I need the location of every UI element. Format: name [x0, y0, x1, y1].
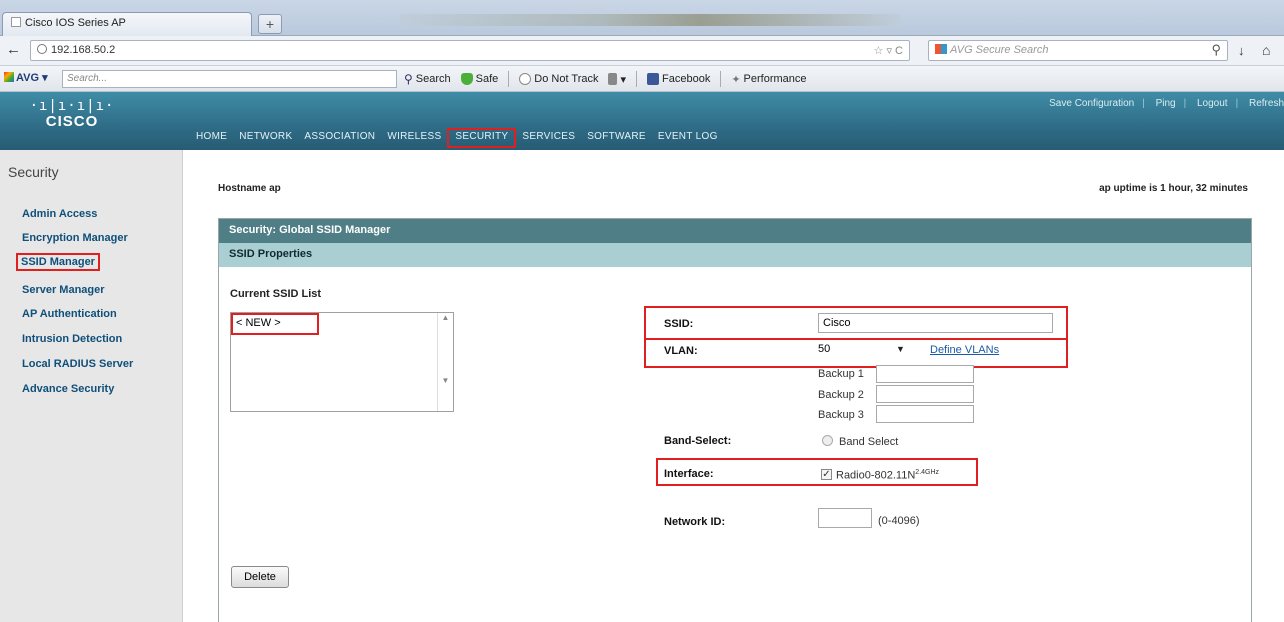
sidebar-item-ap-authentication[interactable]: AP Authentication: [22, 308, 117, 320]
avg-search-input[interactable]: Search...: [62, 70, 397, 88]
ping-link[interactable]: Ping: [1156, 98, 1176, 109]
interface-checkbox[interactable]: ✓: [821, 469, 832, 480]
delete-button[interactable]: Delete: [231, 566, 289, 588]
top-links: Save Configuration | Ping | Logout | Refres…: [1049, 98, 1284, 109]
facebook-icon: [647, 73, 660, 85]
uptime-text: ap uptime is 1 hour, 32 minutes: [1099, 183, 1248, 194]
browser-search-input[interactable]: AVG Secure Search ⚲: [928, 40, 1228, 61]
url-text: 192.168.50.2: [51, 44, 116, 56]
backup2-input[interactable]: [876, 385, 974, 403]
ssid-input[interactable]: [818, 313, 1053, 333]
backup1-input[interactable]: [876, 365, 974, 383]
panel-title: Security: Global SSID Manager: [219, 219, 1251, 243]
backup3-input[interactable]: [876, 405, 974, 423]
band-select-option-label: Band Select: [839, 436, 899, 448]
sidebar-item-encryption-manager[interactable]: Encryption Manager: [22, 232, 128, 244]
home-icon[interactable]: ⌂: [1262, 42, 1270, 58]
cisco-logo: ·ı|ı·ı|ı· CISCO: [12, 98, 132, 130]
cisco-logo-word: CISCO: [45, 113, 99, 130]
ssid-listbox[interactable]: < NEW > ▲ ▼: [230, 312, 454, 412]
logout-link[interactable]: Logout: [1197, 98, 1228, 109]
eye-icon: [519, 73, 532, 85]
vlan-label: VLAN:: [664, 345, 698, 357]
listbox-scrollbar[interactable]: ▲ ▼: [437, 313, 453, 411]
backup3-label: Backup 3: [818, 409, 864, 421]
cisco-logo-bars-icon: ·ı|ı·ı|ı·: [29, 98, 115, 114]
interface-option-band: 2.4GHz: [915, 469, 940, 476]
browser-nav-bar: ← 192.168.50.2 ☆ ▿ C AVG Secure Search ⚲…: [0, 36, 1284, 66]
globe-icon: [37, 44, 47, 54]
nav-software[interactable]: SOFTWARE: [581, 128, 652, 148]
sidebar-item-advance-security[interactable]: Advance Security: [22, 383, 114, 395]
new-tab-button[interactable]: +: [258, 14, 282, 34]
avg-menu-button[interactable]: AVG ▾: [4, 71, 48, 84]
network-id-range: (0-4096): [878, 515, 920, 527]
tab-title: Cisco IOS Series AP: [25, 17, 126, 29]
ssid-label: SSID:: [664, 318, 694, 330]
avg-toolbar-items: ⚲ Search Safe Do Not Track ▾ Facebook ✦ Pe…: [404, 70, 807, 88]
network-id-label: Network ID:: [664, 516, 726, 528]
current-ssid-list-label: Current SSID List: [230, 288, 322, 300]
page-favicon-icon: [11, 17, 21, 27]
nav-wireless[interactable]: WIRELESS: [381, 128, 447, 148]
backup1-label: Backup 1: [818, 368, 864, 380]
save-configuration-link[interactable]: Save Configuration: [1049, 98, 1134, 109]
interface-option-label: Radio0-802.11N2.4GHz: [836, 469, 940, 482]
define-vlans-link[interactable]: Define VLANs: [930, 344, 999, 356]
browser-tab[interactable]: Cisco IOS Series AP: [2, 12, 252, 36]
network-id-input[interactable]: [818, 508, 872, 528]
do-not-track-button[interactable]: Do Not Track: [519, 73, 598, 85]
toolbar-divider: [720, 71, 722, 87]
avg-safe-button[interactable]: Safe: [460, 73, 498, 85]
sidebar-item-server-manager[interactable]: Server Manager: [22, 284, 105, 296]
cisco-header: ·ı|ı·ı|ı· CISCO Save Configuration | Ping…: [0, 92, 1284, 150]
nav-home[interactable]: HOME: [190, 128, 233, 148]
toolbar-divider: [508, 71, 510, 87]
sidebar-item-local-radius-server[interactable]: Local RADIUS Server: [22, 358, 133, 370]
blurred-region: [400, 14, 900, 26]
avg-toolbar: AVG ▾ Search... ⚲ Search Safe Do Not Trac…: [0, 66, 1284, 92]
nav-network[interactable]: NETWORK: [233, 128, 298, 148]
main-nav: HOME NETWORK ASSOCIATION WIRELESS SECURI…: [190, 128, 724, 148]
sidebar-item-ssid-manager[interactable]: SSID Manager: [16, 253, 100, 271]
trash-icon: [608, 73, 618, 85]
facebook-button[interactable]: Facebook: [647, 73, 710, 85]
interface-label: Interface:: [664, 468, 714, 480]
browser-tab-bar: Cisco IOS Series AP +: [0, 0, 1284, 36]
back-arrow-icon[interactable]: ←: [6, 41, 26, 61]
performance-button[interactable]: ✦ Performance: [731, 73, 806, 86]
hostname-text: Hostname ap: [218, 183, 281, 194]
trash-button[interactable]: ▾: [608, 73, 626, 86]
backup2-label: Backup 2: [818, 389, 864, 401]
nav-event-log[interactable]: EVENT LOG: [652, 128, 724, 148]
avg-search-button[interactable]: ⚲ Search: [404, 72, 451, 86]
bookmark-star-icon[interactable]: ☆ ▿ C: [874, 44, 903, 57]
download-icon[interactable]: ↓: [1238, 43, 1245, 58]
search-placeholder: AVG Secure Search: [950, 44, 1049, 56]
ssid-list-item-new[interactable]: < NEW >: [231, 313, 319, 335]
ssid-manager-panel: Security: Global SSID Manager SSID Prope…: [218, 218, 1252, 622]
band-select-label: Band-Select:: [664, 435, 732, 447]
band-select-radio[interactable]: [822, 435, 833, 446]
search-engine-icon[interactable]: [935, 44, 947, 54]
search-icon[interactable]: ⚲: [1211, 42, 1221, 58]
refresh-link[interactable]: Refresh: [1249, 98, 1284, 109]
nav-association[interactable]: ASSOCIATION: [298, 128, 381, 148]
nav-security[interactable]: SECURITY: [447, 128, 517, 148]
nav-services[interactable]: SERVICES: [516, 128, 581, 148]
address-bar[interactable]: 192.168.50.2 ☆ ▿ C: [30, 40, 910, 61]
chevron-down-icon[interactable]: ▼: [896, 344, 905, 354]
sidebar-title: Security: [8, 164, 59, 180]
panel-subtitle: SSID Properties: [219, 243, 1251, 267]
sidebar-item-admin-access[interactable]: Admin Access: [22, 208, 97, 220]
sidebar-item-intrusion-detection[interactable]: Intrusion Detection: [22, 333, 122, 345]
shield-icon: [460, 73, 473, 85]
toolbar-divider: [636, 71, 638, 87]
avg-logo-icon: [4, 72, 14, 82]
magnifier-icon: ⚲: [404, 72, 413, 86]
sidebar: Security Admin Access Encryption Manager…: [0, 150, 183, 622]
wrench-icon: ✦: [731, 73, 741, 86]
